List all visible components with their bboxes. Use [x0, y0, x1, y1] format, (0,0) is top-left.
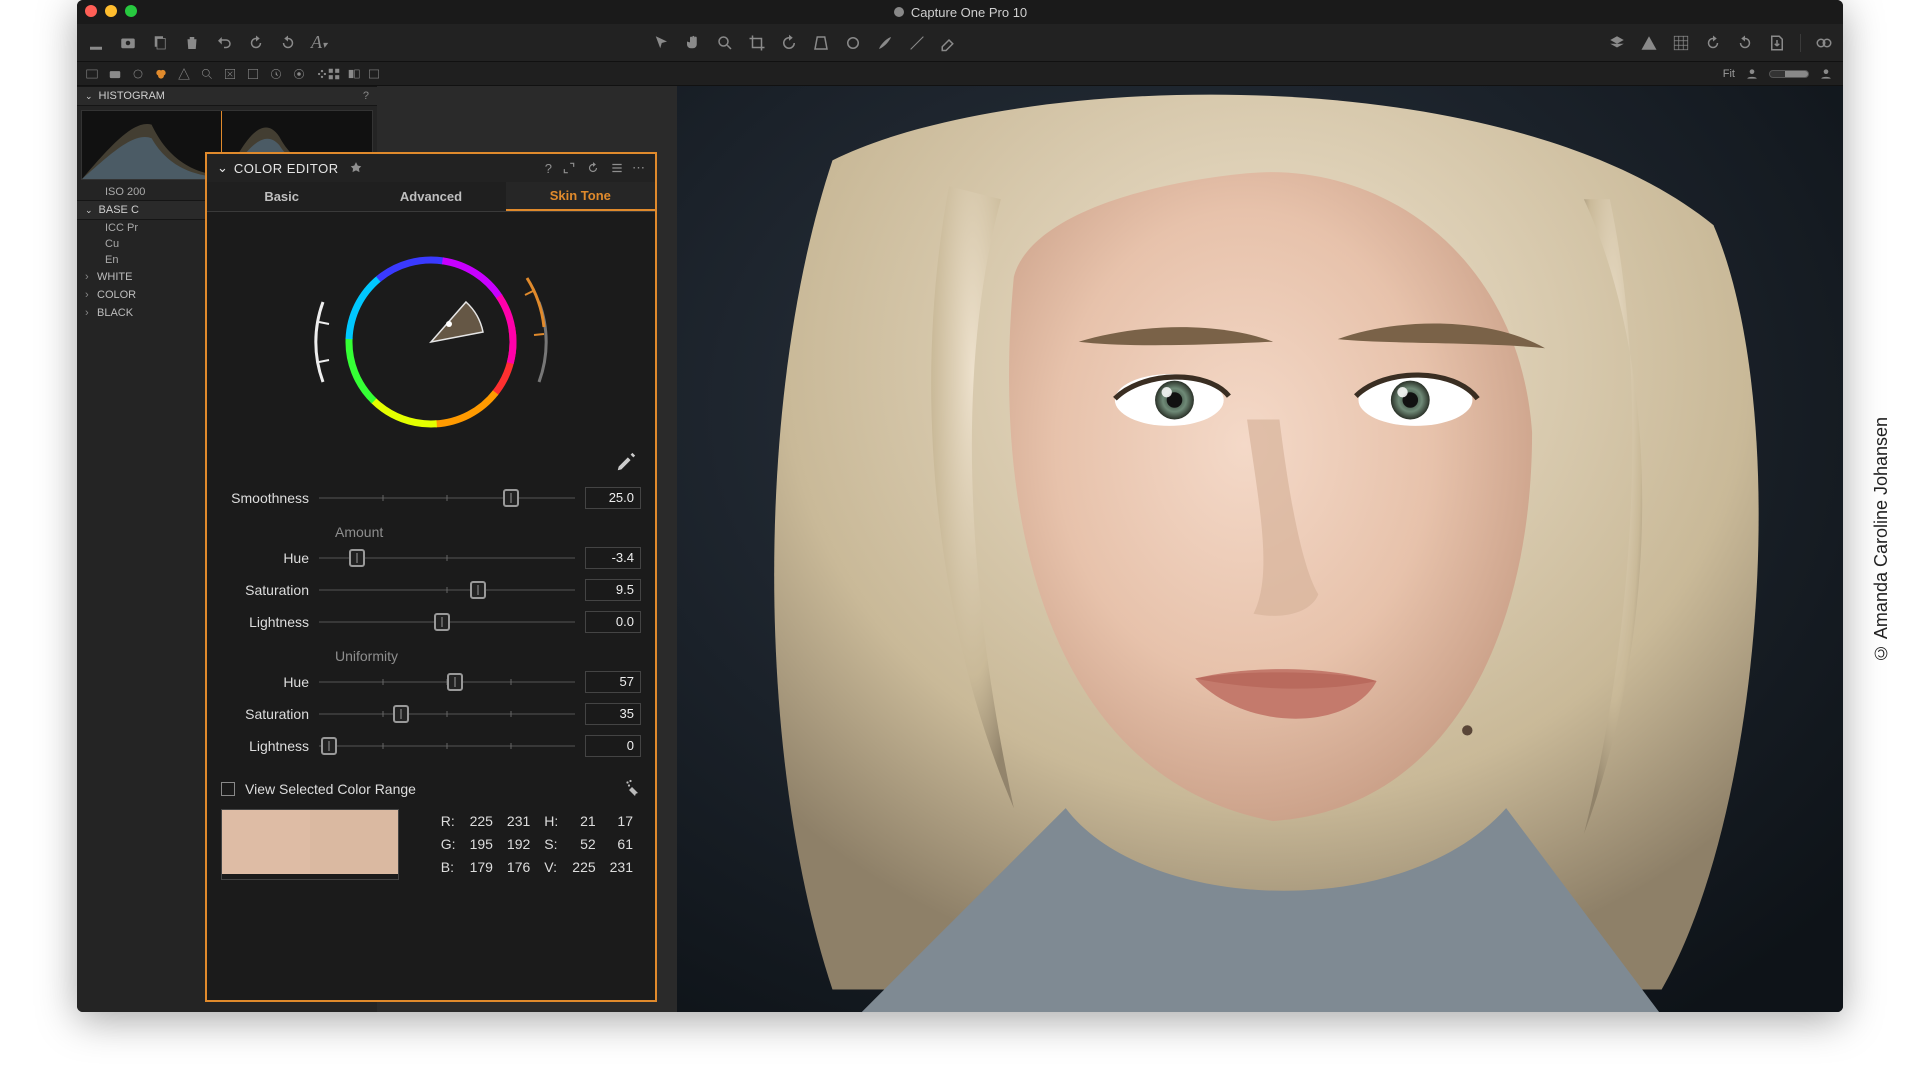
pan-tool-icon[interactable] — [684, 34, 702, 52]
rotate-tool-icon[interactable] — [780, 34, 798, 52]
erase-tool-icon[interactable] — [940, 34, 958, 52]
capture-icon[interactable] — [119, 34, 137, 52]
capture-tab-icon[interactable] — [108, 67, 122, 81]
cursor-tool-icon[interactable] — [652, 34, 670, 52]
compare-icon[interactable] — [1815, 34, 1833, 52]
crop-tool-icon[interactable] — [748, 34, 766, 52]
gradient-tool-icon[interactable] — [908, 34, 926, 52]
skin-picker-button[interactable] — [615, 451, 637, 476]
spot-tool-icon[interactable] — [844, 34, 862, 52]
search-tab-icon[interactable] — [200, 67, 214, 81]
uniformity-section-label: Uniformity — [221, 638, 641, 666]
layers-icon[interactable] — [1608, 34, 1626, 52]
output-tab-icon[interactable] — [292, 67, 306, 81]
adjust-tab-icon[interactable] — [246, 67, 260, 81]
color-editor-panel: ⌄ COLOR EDITOR ? ⋯ Basic Advanced Skin T… — [205, 152, 657, 1002]
fit-label: Fit — [1723, 68, 1735, 80]
swatch-1 — [222, 810, 310, 874]
metadata-tab-icon[interactable] — [269, 67, 283, 81]
app-title: Capture One Pro 10 — [893, 5, 1027, 20]
copy-icon[interactable] — [151, 34, 169, 52]
tab-basic[interactable]: Basic — [207, 182, 356, 211]
fit-user-icon[interactable] — [1745, 67, 1759, 81]
amount-sat-slider[interactable] — [319, 581, 575, 599]
zoom-slider[interactable] — [1769, 70, 1809, 78]
uni-hue-slider[interactable] — [319, 673, 575, 691]
uni-light-slider[interactable] — [319, 737, 575, 755]
zoom-tool-icon[interactable] — [716, 34, 734, 52]
preset-icon[interactable] — [610, 161, 624, 175]
view-grid-icon[interactable] — [327, 67, 341, 81]
color-wheel[interactable] — [207, 212, 655, 472]
history-undo-icon[interactable] — [247, 34, 265, 52]
expand-icon[interactable] — [562, 161, 576, 175]
smoothness-slider[interactable] — [319, 489, 575, 507]
fit-user2-icon[interactable] — [1819, 67, 1833, 81]
mask-spray-icon[interactable] — [623, 778, 641, 799]
uni-light-value[interactable]: 0 — [585, 735, 641, 757]
view-selected-checkbox[interactable] — [221, 782, 235, 796]
uni-sat-slider[interactable] — [319, 705, 575, 723]
uni-sat-value[interactable]: 35 — [585, 703, 641, 725]
uni-hue-value[interactable]: 57 — [585, 671, 641, 693]
smoothness-label: Smoothness — [221, 490, 309, 506]
amount-hue-value[interactable]: -3.4 — [585, 547, 641, 569]
export-icon[interactable] — [1768, 34, 1786, 52]
histogram-panel-header[interactable]: ⌄HISTOGRAM ? — [77, 86, 377, 106]
color-tab-icon[interactable] — [154, 67, 168, 81]
help-icon[interactable]: ? — [545, 161, 552, 176]
preview-image — [677, 86, 1843, 1012]
history-redo-icon[interactable] — [279, 34, 297, 52]
view-single-icon[interactable] — [367, 67, 381, 81]
window-minimize-button[interactable] — [105, 5, 117, 17]
swatch-2 — [310, 810, 398, 874]
color-swatches — [221, 809, 399, 880]
amount-hue-slider[interactable] — [319, 549, 575, 567]
tool-tab-strip: Fit — [77, 62, 1843, 86]
amount-section-label: Amount — [221, 514, 641, 542]
color-readout: R:225231H:2117 G:195192S:5261 B:179176V:… — [433, 809, 641, 880]
annotate-text-icon[interactable]: A▾ — [311, 32, 327, 53]
amount-light-value[interactable]: 0.0 — [585, 611, 641, 633]
more-icon[interactable]: ⋯ — [632, 160, 645, 176]
photo-credit: © Amanda Caroline Johansen — [1871, 417, 1892, 663]
pin-icon[interactable] — [349, 161, 363, 175]
rotate-ccw-icon[interactable] — [1704, 34, 1722, 52]
window-titlebar: Capture One Pro 10 — [77, 0, 1843, 24]
tab-advanced[interactable]: Advanced — [356, 182, 505, 211]
window-close-button[interactable] — [85, 5, 97, 17]
import-icon[interactable] — [87, 34, 105, 52]
color-editor-title: COLOR EDITOR — [234, 161, 339, 176]
reset-icon[interactable] — [586, 161, 600, 175]
lens-tab-icon[interactable] — [131, 67, 145, 81]
trash-icon[interactable] — [183, 34, 201, 52]
keystone-tool-icon[interactable] — [812, 34, 830, 52]
amount-light-slider[interactable] — [319, 613, 575, 631]
rotate-cw-icon[interactable] — [1736, 34, 1754, 52]
exposure-tab-icon[interactable] — [177, 67, 191, 81]
smoothness-value[interactable]: 25.0 — [585, 487, 641, 509]
warning-icon[interactable] — [1640, 34, 1658, 52]
main-toolbar: A▾ — [77, 24, 1843, 62]
app-icon — [893, 6, 905, 18]
undo-icon[interactable] — [215, 34, 233, 52]
amount-sat-value[interactable]: 9.5 — [585, 579, 641, 601]
view-split-icon[interactable] — [347, 67, 361, 81]
library-tab-icon[interactable] — [85, 67, 99, 81]
window-zoom-button[interactable] — [125, 5, 137, 17]
app-title-text: Capture One Pro 10 — [911, 5, 1027, 20]
view-selected-label: View Selected Color Range — [245, 781, 416, 797]
details-tab-icon[interactable] — [223, 67, 237, 81]
tab-skin-tone[interactable]: Skin Tone — [506, 182, 655, 211]
brush-tool-icon[interactable] — [876, 34, 894, 52]
grid-icon[interactable] — [1672, 34, 1690, 52]
